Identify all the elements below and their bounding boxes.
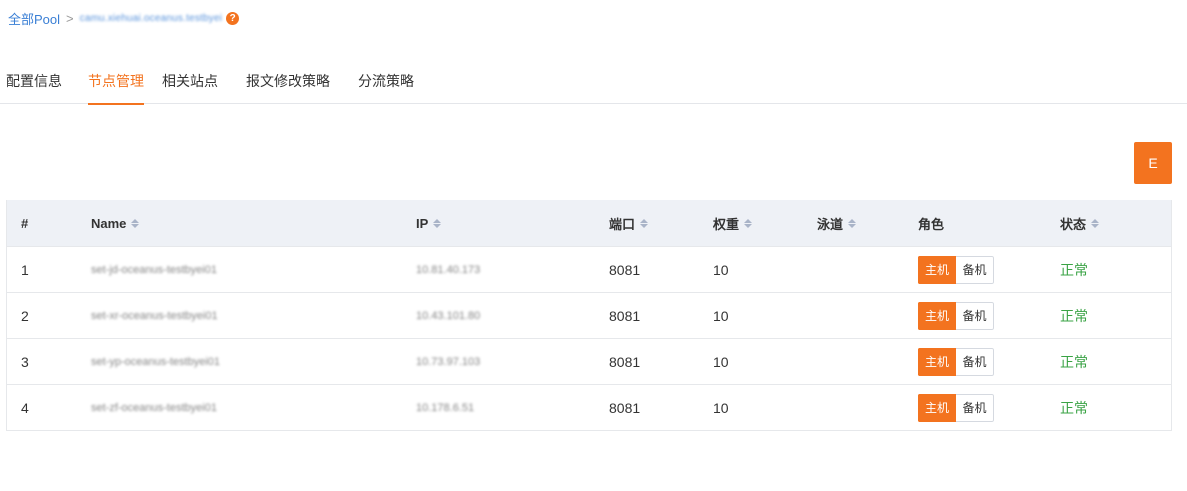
sort-icon[interactable]	[433, 218, 442, 228]
row-index: 4	[21, 399, 29, 416]
sort-icon[interactable]	[131, 218, 140, 228]
col-ip-label: IP	[416, 215, 429, 231]
col-role: 角色	[918, 200, 944, 246]
sort-icon[interactable]	[744, 218, 753, 228]
table-header: # Name IP 端口 权重 泳道 角色 状态	[7, 200, 1171, 246]
status-text: 正常	[1060, 399, 1088, 416]
node-ip: 10.73.97.103	[416, 355, 481, 368]
col-weight-label: 权重	[713, 216, 740, 232]
node-port: 8081	[609, 353, 641, 370]
node-port: 8081	[609, 399, 641, 416]
node-weight: 10	[713, 307, 729, 324]
col-status[interactable]: 状态	[1060, 200, 1100, 246]
breadcrumb-root-link[interactable]: 全部Pool	[8, 9, 60, 28]
col-lane-label: 泳道	[817, 216, 844, 232]
col-name-label: Name	[91, 215, 127, 231]
table-row: 2 set-xr-oceanus-testbyei01 10.43.101.80…	[7, 292, 1171, 338]
sort-icon[interactable]	[640, 218, 649, 228]
role-primary-button[interactable]: 主机	[918, 301, 956, 330]
help-icon[interactable]: ?	[226, 11, 240, 25]
role-toggle: 主机 备机	[918, 293, 994, 338]
node-ip: 10.43.101.80	[416, 309, 481, 322]
role-primary-button[interactable]: 主机	[918, 255, 956, 284]
role-toggle: 主机 备机	[918, 247, 994, 292]
row-index: 2	[21, 307, 29, 324]
tab-message-rewrite-policy[interactable]: 报文修改策略	[246, 62, 330, 104]
col-role-label: 角色	[918, 216, 945, 232]
col-weight[interactable]: 权重	[713, 200, 753, 246]
tab-bar: 配置信息 节点管理 相关站点 报文修改策略 分流策略	[0, 62, 1187, 105]
row-index: 3	[21, 353, 29, 370]
role-backup-button[interactable]: 备机	[956, 301, 994, 330]
table-row: 1 set-jd-oceanus-testbyei01 10.81.40.173…	[7, 246, 1171, 292]
row-index: 1	[21, 261, 29, 278]
col-port-label: 端口	[609, 216, 636, 232]
table-row: 4 set-zf-oceanus-testbyei01 10.178.6.51 …	[7, 384, 1171, 430]
breadcrumb: 全部Pool > camu.xiehuai.oceanus.testbyei ?	[8, 8, 240, 28]
tab-traffic-split-policy[interactable]: 分流策略	[358, 62, 414, 104]
breadcrumb-current: camu.xiehuai.oceanus.testbyei	[79, 12, 223, 24]
col-status-label: 状态	[1060, 216, 1087, 232]
sort-icon[interactable]	[848, 218, 857, 228]
node-port: 8081	[609, 307, 641, 324]
role-backup-button[interactable]: 备机	[956, 255, 994, 284]
node-weight: 10	[713, 261, 729, 278]
col-index-label: #	[21, 215, 29, 231]
sort-icon[interactable]	[1091, 218, 1100, 228]
status-text: 正常	[1060, 261, 1088, 278]
col-name[interactable]: Name	[91, 200, 140, 246]
node-port: 8081	[609, 261, 641, 278]
role-backup-button[interactable]: 备机	[956, 393, 994, 422]
node-ip: 10.81.40.173	[416, 263, 481, 276]
node-ip: 10.178.6.51	[416, 401, 475, 414]
breadcrumb-separator: >	[66, 10, 74, 26]
role-primary-button[interactable]: 主机	[918, 393, 956, 422]
node-name: set-xr-oceanus-testbyei01	[91, 309, 218, 322]
node-weight: 10	[713, 399, 729, 416]
col-ip[interactable]: IP	[416, 200, 442, 246]
node-name: set-jd-oceanus-testbyei01	[91, 263, 217, 276]
e-button[interactable]: E	[1134, 142, 1172, 184]
col-lane[interactable]: 泳道	[817, 200, 857, 246]
status-text: 正常	[1060, 353, 1088, 370]
tab-config-info[interactable]: 配置信息	[6, 62, 62, 104]
tab-node-management[interactable]: 节点管理	[88, 62, 144, 105]
col-index: #	[21, 200, 28, 246]
table-row: 3 set-yp-oceanus-testbyei01 10.73.97.103…	[7, 338, 1171, 384]
node-name: set-yp-oceanus-testbyei01	[91, 355, 221, 368]
role-toggle: 主机 备机	[918, 339, 994, 384]
role-primary-button[interactable]: 主机	[918, 347, 956, 376]
role-toggle: 主机 备机	[918, 385, 994, 430]
node-weight: 10	[713, 353, 729, 370]
tab-related-sites[interactable]: 相关站点	[162, 62, 218, 104]
role-backup-button[interactable]: 备机	[956, 347, 994, 376]
status-text: 正常	[1060, 307, 1088, 324]
node-table: # Name IP 端口 权重 泳道 角色 状态 1 set-jd-oceanu…	[6, 200, 1172, 431]
node-name: set-zf-oceanus-testbyei01	[91, 401, 217, 414]
col-port[interactable]: 端口	[609, 200, 649, 246]
